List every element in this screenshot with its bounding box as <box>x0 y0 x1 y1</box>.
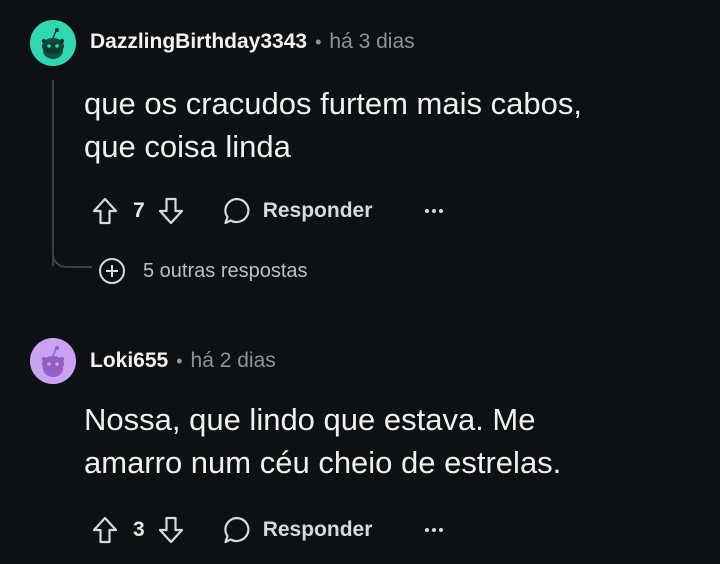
downvote-icon[interactable] <box>154 513 188 547</box>
comment-body: Nossa, que lindo que estava. Me amarro n… <box>84 398 561 484</box>
comment-timestamp: há 2 dias <box>190 349 276 372</box>
comment-username[interactable]: DazzlingBirthday3343 <box>90 30 307 54</box>
thread-line[interactable] <box>52 80 54 266</box>
comment-username[interactable]: Loki655 <box>90 349 168 373</box>
more-replies-label: 5 outras respostas <box>143 259 308 282</box>
separator-dot: • <box>176 351 183 371</box>
reply-button[interactable]: Responder <box>222 515 373 545</box>
reply-label: Responder <box>262 199 373 222</box>
more-options-icon[interactable] <box>422 199 446 223</box>
comment-body-line: amarro num céu cheio de estrelas. <box>84 445 562 480</box>
reply-button[interactable]: Responder <box>222 196 373 226</box>
comment-body-line: que coisa linda <box>84 129 291 164</box>
avatar[interactable] <box>30 20 76 66</box>
more-options-icon[interactable] <box>422 518 446 542</box>
comment-bubble-icon <box>222 196 252 226</box>
comment-body: que os cracudos furtem mais cabos, que c… <box>84 82 582 168</box>
comment-bubble-icon <box>222 515 252 545</box>
snoo-avatar-icon <box>30 20 76 66</box>
upvote-icon[interactable] <box>88 513 122 547</box>
thread-branch <box>52 248 92 268</box>
comment-body-line: Nossa, que lindo que estava. Me <box>84 402 536 437</box>
comment-actions: 3 Responder <box>88 512 446 548</box>
upvote-icon[interactable] <box>88 194 122 228</box>
snoo-avatar-icon <box>30 338 76 384</box>
comment-timestamp: há 3 dias <box>329 30 415 53</box>
avatar[interactable] <box>30 338 76 384</box>
reply-label: Responder <box>262 518 373 541</box>
comment-actions: 7 Responder <box>88 193 446 229</box>
comment-body-line: que os cracudos furtem mais cabos, <box>84 86 582 121</box>
vote-count: 3 <box>133 518 145 541</box>
downvote-icon[interactable] <box>154 194 188 228</box>
plus-circle-icon <box>98 257 126 285</box>
separator-dot: • <box>315 32 322 52</box>
vote-count: 7 <box>133 199 145 222</box>
more-replies-button[interactable]: 5 outras respostas <box>98 257 308 285</box>
